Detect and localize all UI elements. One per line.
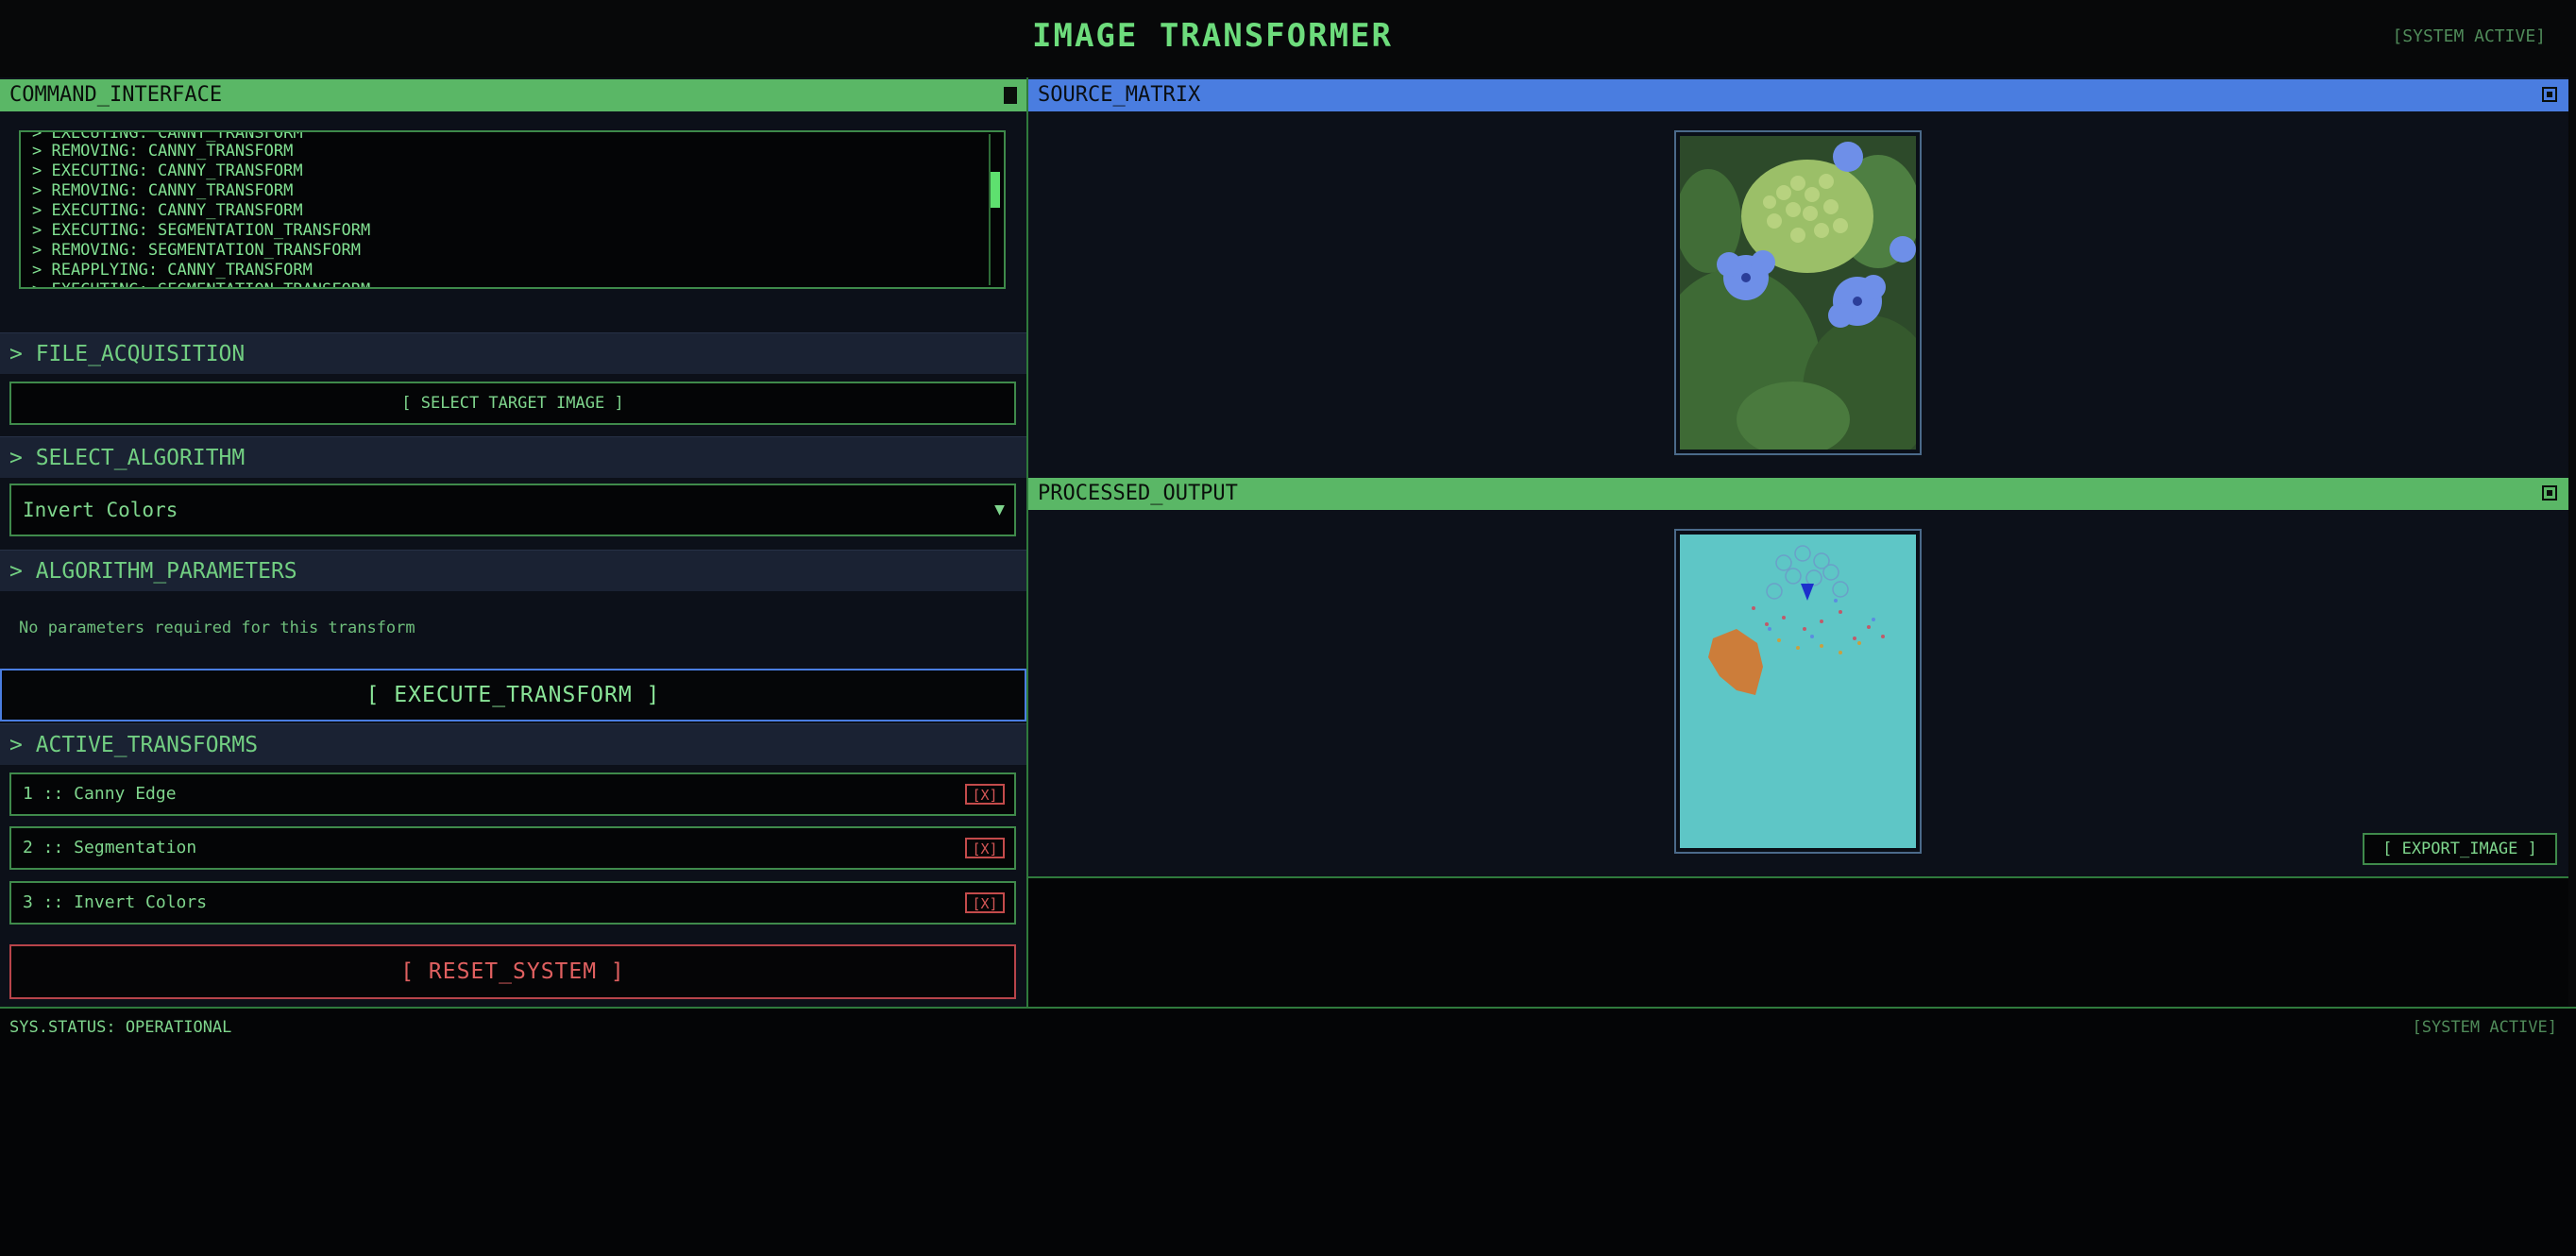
log-line: > EXECUTING: SEGMENTATION_TRANSFORM [32,280,370,287]
select-algorithm-heading: > SELECT_ALGORITHM [0,436,1026,478]
viewer-panel: SOURCE_MATRIX PROCESSED_OUTPUT [EXPORT_… [1028,77,2568,876]
cursor-block-icon [1004,87,1017,104]
log-line: > EXECUTING: CANNY_TRANSFORM [32,161,303,180]
algorithm-selected-value: Invert Colors [23,499,178,521]
command-interface-title: COMMAND_INTERFACE [9,83,223,107]
export-image-button[interactable]: [ EXPORT_IMAGE ] [2363,833,2557,865]
log-line: > REMOVING: CANNY_TRANSFORM [32,181,294,200]
transform-label: 2 :: Segmentation [23,838,197,857]
select-image-button[interactable]: [ SELECT TARGET IMAGE ] [9,382,1016,425]
transform-label: 3 :: Invert Colors [23,892,208,912]
transform-item: 1 :: Canny Edge [X] [9,772,1016,816]
app-header: IMAGE TRANSFORMER [SYSTEM ACTIVE] [0,0,2576,77]
source-matrix-title: SOURCE_MATRIX [1038,83,1201,107]
transform-item: 3 :: Invert Colors [X] [9,881,1016,925]
maximize-icon[interactable] [2542,485,2557,501]
algorithm-select[interactable]: Invert Colors ▼ [9,484,1016,536]
log-line: > EXECUTING: SEGMENTATION_TRANSFORM [32,221,371,240]
output-image [1680,535,1916,848]
output-image-frame [1674,529,1922,854]
parameters-message: No parameters required for this transfor… [19,619,415,637]
system-active-indicator: [SYSTEM ACTIVE] [2412,1018,2557,1037]
algorithm-parameters-heading: > ALGORITHM_PARAMETERS [0,550,1026,591]
processed-output-titlebar: PROCESSED_OUTPUT [1028,478,2568,510]
source-image-frame [1652,130,1935,476]
execute-transform-button[interactable]: [ EXECUTE_TRANSFORM ] [0,669,1026,721]
reset-system-button[interactable]: [ RESET_SYSTEM ] [9,944,1016,999]
log-line: > REAPPLYING: CANNY_TRANSFORM [32,261,313,280]
command-log[interactable]: > EXECUTING: CANNY_TRANSFORM > REMOVING:… [19,130,1006,289]
source-matrix-titlebar: SOURCE_MATRIX [1028,79,2568,111]
remove-transform-button[interactable]: [X] [965,784,1005,805]
dropdown-arrow-icon: ▼ [994,500,1005,519]
maximize-icon[interactable] [2542,87,2557,102]
control-panel: COMMAND_INTERFACE > EXECUTING: CANNY_TRA… [0,77,1028,1007]
empty-output-area [1028,876,2568,1009]
remove-transform-button[interactable]: [X] [965,892,1005,913]
log-line: > EXECUTING: CANNY_TRANSFORM [32,201,303,220]
system-state-indicator: [SYSTEM ACTIVE] [2392,26,2546,46]
transform-label: 1 :: Canny Edge [23,784,177,804]
file-acquisition-heading: > FILE_ACQUISITION [0,332,1026,374]
log-scrollbar-thumb[interactable] [991,172,1000,208]
status-bar: SYS.STATUS: OPERATIONAL [SYSTEM ACTIVE] [0,1007,2576,1256]
log-scrollbar-track[interactable] [989,134,1000,285]
remove-transform-button[interactable]: [X] [965,838,1005,858]
log-line: > REMOVING: CANNY_TRANSFORM [32,142,294,161]
system-status-text: SYS.STATUS: OPERATIONAL [9,1018,232,1037]
active-transforms-heading: > ACTIVE_TRANSFORMS [0,723,1026,765]
processed-output-title: PROCESSED_OUTPUT [1038,482,1238,505]
app-title: IMAGE TRANSFORMER [1032,17,1393,55]
source-image [1652,136,1935,476]
command-interface-titlebar: COMMAND_INTERFACE [0,79,1026,111]
log-line: > REMOVING: SEGMENTATION_TRANSFORM [32,241,361,260]
transform-item: 2 :: Segmentation [X] [9,826,1016,870]
